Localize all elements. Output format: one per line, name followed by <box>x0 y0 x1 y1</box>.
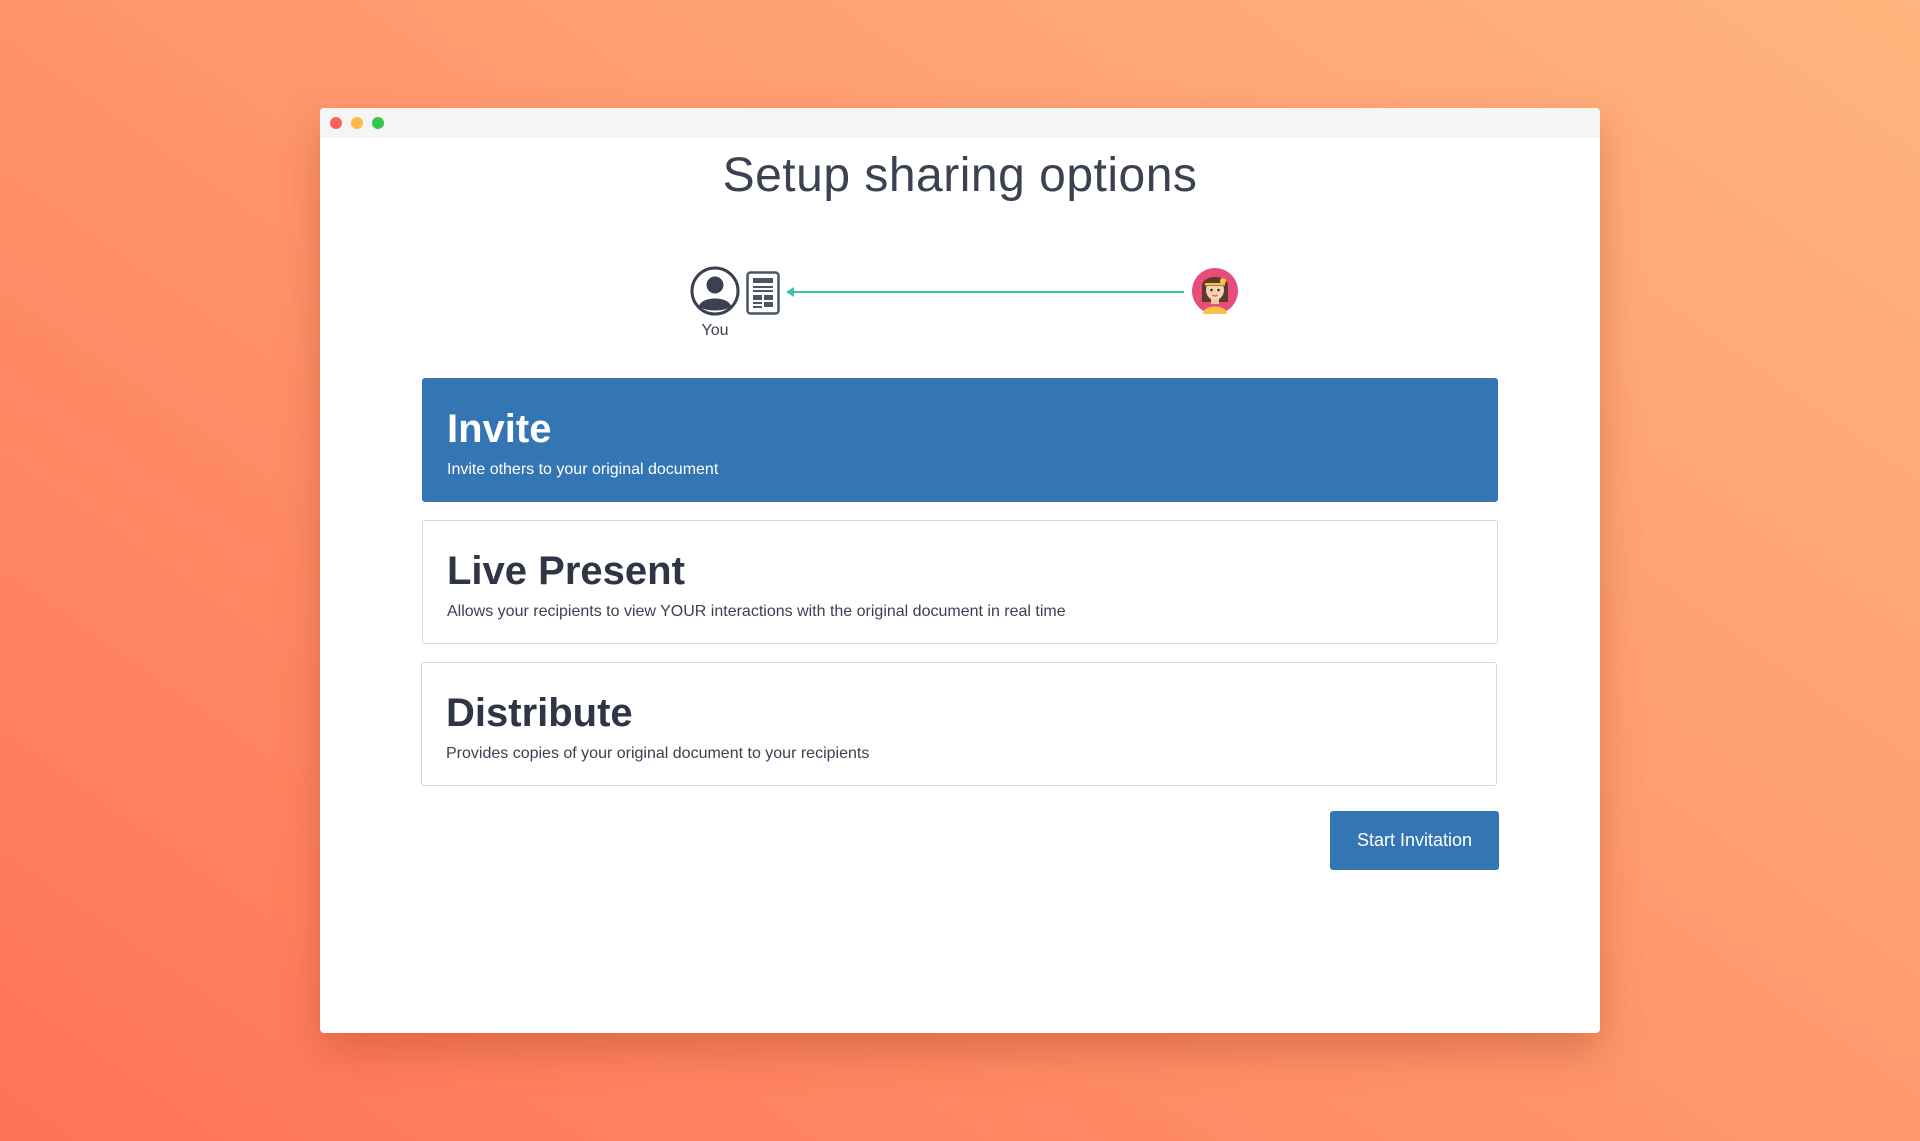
maximize-window-button[interactable] <box>372 117 384 129</box>
option-title: Distribute <box>446 691 633 735</box>
close-window-button[interactable] <box>330 117 342 129</box>
option-live-present[interactable]: Live Present Allows your recipients to v… <box>422 520 1498 644</box>
recipient-avatar-icon <box>1192 268 1238 314</box>
option-description: Invite others to your original document <box>447 461 719 478</box>
option-invite[interactable]: Invite Invite others to your original do… <box>422 378 1498 502</box>
option-distribute[interactable]: Distribute Provides copies of your origi… <box>421 662 1497 786</box>
title-bar <box>320 108 1600 138</box>
minimize-window-button[interactable] <box>351 117 363 129</box>
page-title: Setup sharing options <box>722 149 1198 202</box>
arrow-left-icon <box>786 287 1184 297</box>
option-title: Live Present <box>447 549 685 593</box>
option-description: Provides copies of your original documen… <box>446 745 870 762</box>
app-window: Setup sharing options You Invite Invite … <box>320 108 1600 1033</box>
sharing-flow-diagram: You <box>320 266 1600 346</box>
start-invitation-button[interactable]: Start Invitation <box>1330 811 1499 870</box>
option-title: Invite <box>447 407 552 451</box>
document-icon <box>746 271 780 315</box>
user-circle-icon <box>690 266 740 316</box>
option-description: Allows your recipients to view YOUR inte… <box>447 603 1066 620</box>
sender-label: You <box>701 322 729 339</box>
